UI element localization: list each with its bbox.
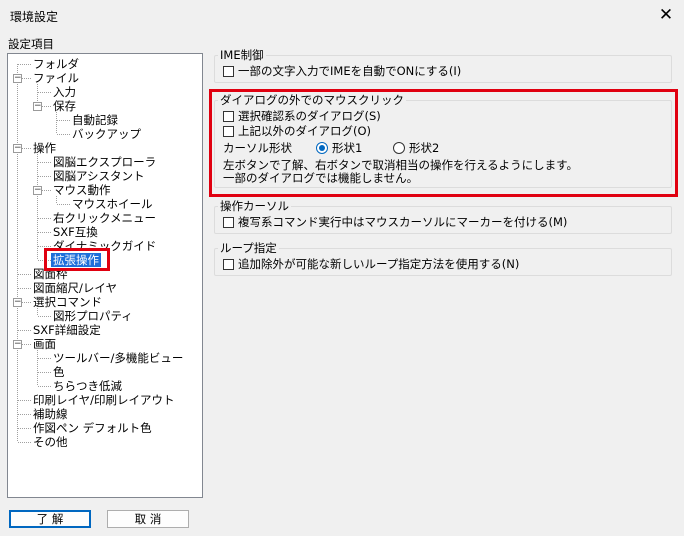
tree-item-backup[interactable]: バックアップ	[72, 127, 141, 141]
tree-item-drawing-frame[interactable]: 図面枠	[33, 267, 68, 281]
tree-item-shape-properties[interactable]: 図形プロパティ	[53, 309, 133, 323]
new-loop-method-checkbox[interactable]	[223, 259, 234, 270]
tree-item-scale-layer[interactable]: 図面縮尺/レイヤ	[33, 281, 117, 295]
collapse-icon[interactable]: −	[13, 298, 22, 307]
selection-confirm-dialog-label[interactable]: 選択確認系のダイアログ(S)	[238, 108, 381, 124]
tree-item-toolbar-view[interactable]: ツールバー/多機能ビュー	[53, 351, 183, 365]
tree-item-folder[interactable]: フォルダ	[33, 57, 79, 71]
collapse-icon[interactable]: −	[33, 102, 42, 111]
settings-tree[interactable]: フォルダ − ファイル 入力 − 保存 自動記録 バックアップ − 操作 図脳エ…	[7, 53, 203, 498]
tree-item-input[interactable]: 入力	[53, 85, 76, 99]
tree-item-flicker-reduction[interactable]: ちらつき低減	[53, 379, 122, 393]
tree-item-mouse-wheel[interactable]: マウスホイール	[72, 197, 153, 211]
tree-item-print-layer[interactable]: 印刷レイヤ/印刷レイアウト	[33, 393, 175, 407]
tree-item-guide-line[interactable]: 補助線	[33, 407, 68, 421]
cancel-button[interactable]: 取 消	[107, 510, 189, 528]
cursor-group-title: 操作カーソル	[218, 198, 291, 214]
tree-item-dynamic-guide[interactable]: ダイナミックガイド	[53, 239, 156, 253]
tree-item-zuno-assistant[interactable]: 図脳アシスタント	[53, 169, 145, 183]
collapse-icon[interactable]: −	[13, 340, 22, 349]
tree-caption: 設定項目	[8, 37, 54, 51]
ime-auto-on-checkbox[interactable]	[223, 66, 234, 77]
loop-group-title: ループ指定	[218, 240, 279, 256]
shape1-label[interactable]: 形状1	[332, 140, 362, 156]
selection-confirm-dialog-checkbox[interactable]	[223, 111, 234, 122]
shape1-radio[interactable]	[316, 142, 328, 154]
ime-group-title: IME制御	[218, 47, 266, 63]
tree-item-sxf-detail[interactable]: SXF詳細設定	[33, 323, 101, 337]
cursor-shape-label: カーソル形状	[223, 141, 292, 155]
tree-item-sxf-compat[interactable]: SXF互換	[53, 225, 98, 239]
shape2-radio[interactable]	[393, 142, 405, 154]
ime-auto-on-label[interactable]: 一部の文字入力でIMEを自動でONにする(I)	[238, 63, 461, 79]
tree-item-file[interactable]: ファイル	[33, 71, 79, 85]
tree-item-pen-default-color[interactable]: 作図ペン デフォルト色	[33, 421, 152, 435]
tree-item-other[interactable]: その他	[33, 435, 68, 449]
window-title: 環境設定	[10, 10, 59, 24]
tree-item-mouse-action[interactable]: マウス動作	[53, 183, 111, 197]
tree-item-color[interactable]: 色	[53, 365, 65, 379]
shape2-label[interactable]: 形状2	[409, 140, 439, 156]
title-bar: 環境設定 ✕	[0, 0, 684, 30]
other-dialog-checkbox[interactable]	[223, 126, 234, 137]
collapse-icon[interactable]: −	[13, 144, 22, 153]
close-icon[interactable]: ✕	[652, 2, 680, 28]
tree-item-right-click-menu[interactable]: 右クリックメニュー	[53, 211, 156, 225]
dialog-click-note-2: 一部のダイアログでは機能しません。	[223, 171, 419, 185]
collapse-icon[interactable]: −	[33, 186, 42, 195]
dialog-click-group-title: ダイアログの外でのマウスクリック	[218, 92, 406, 108]
ok-button[interactable]: 了 解	[9, 510, 91, 528]
tree-item-screen[interactable]: 画面	[33, 337, 56, 351]
cursor-marker-checkbox[interactable]	[223, 217, 234, 228]
other-dialog-label[interactable]: 上記以外のダイアログ(O)	[238, 123, 371, 139]
tree-item-save[interactable]: 保存	[53, 99, 76, 113]
tree-item-operation[interactable]: 操作	[33, 141, 56, 155]
cursor-marker-label[interactable]: 複写系コマンド実行中はマウスカーソルにマーカーを付ける(M)	[238, 214, 567, 230]
tree-item-select-command[interactable]: 選択コマンド	[33, 295, 102, 309]
tree-item-extended-operation[interactable]: 拡張操作	[51, 253, 101, 267]
tree-item-zuno-explorer[interactable]: 図脳エクスプローラ	[53, 155, 156, 169]
collapse-icon[interactable]: −	[13, 74, 22, 83]
tree-item-autosave[interactable]: 自動記録	[72, 113, 118, 127]
new-loop-method-label[interactable]: 追加除外が可能な新しいループ指定方法を使用する(N)	[238, 256, 519, 272]
